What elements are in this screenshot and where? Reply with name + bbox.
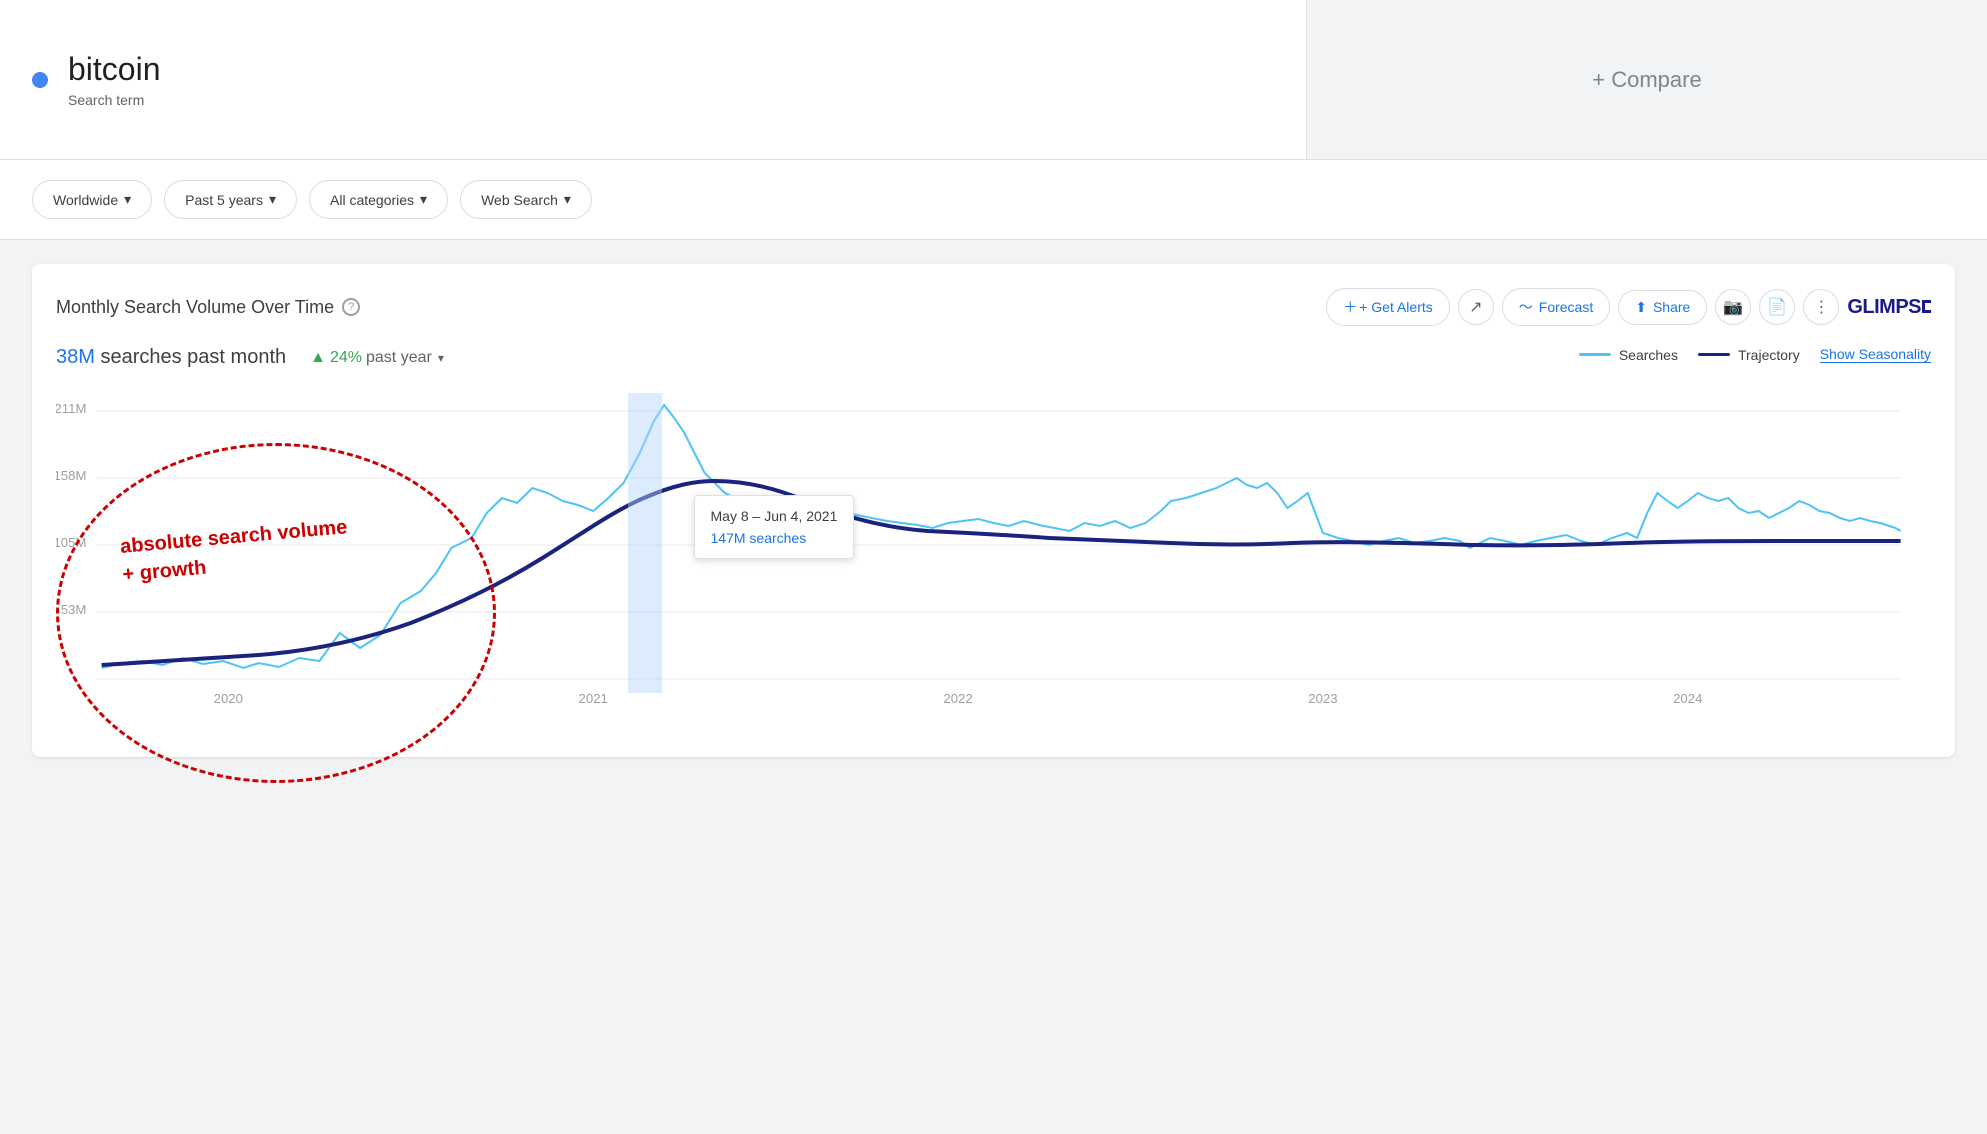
forecast-button[interactable]: 〜 Forecast [1502, 288, 1610, 326]
search-term-card: bitcoin Search term [0, 0, 1307, 159]
search-term-dot [32, 72, 48, 88]
up-arrow-icon: ▲ [310, 349, 326, 367]
more-options-icon[interactable]: ⋮ [1803, 289, 1839, 325]
svg-text:2024: 2024 [1673, 691, 1702, 706]
trajectory-line [102, 481, 1901, 665]
tooltip-highlight-column [628, 393, 662, 693]
trend-icon: 〜 [1519, 297, 1533, 317]
main-content: Monthly Search Volume Over Time ? ＋ + Ge… [0, 240, 1987, 781]
compare-button[interactable]: + Compare [1307, 0, 1987, 159]
search-term-type: Search term [68, 92, 161, 108]
compare-label: + Compare [1592, 67, 1701, 93]
searches-legend: Searches [1579, 347, 1678, 363]
searches-line-sample [1579, 353, 1611, 356]
glimpse-logo: GLIMPS [1847, 296, 1931, 319]
chevron-down-icon: ▾ [124, 191, 131, 208]
share-button[interactable]: ⬆ Share [1618, 290, 1707, 325]
chart-title-area: Monthly Search Volume Over Time ? [56, 297, 360, 318]
legend-row: Searches Trajectory Show Seasonality [1579, 346, 1931, 363]
svg-text:211M: 211M [56, 401, 86, 416]
info-icon[interactable]: ? [342, 298, 360, 316]
svg-text:2022: 2022 [943, 691, 972, 706]
camera-icon[interactable]: 📷 [1715, 289, 1751, 325]
search-term-name: bitcoin [68, 51, 161, 88]
location-filter[interactable]: Worldwide ▾ [32, 180, 152, 219]
growth-badge: ▲ 24% past year ▾ [310, 349, 444, 367]
document-icon[interactable]: 📄 [1759, 289, 1795, 325]
external-link-icon[interactable]: ↗ [1458, 289, 1494, 325]
search-type-filter[interactable]: Web Search ▾ [460, 180, 592, 219]
chevron-down-icon: ▾ [564, 191, 571, 208]
plus-icon: ＋ [1343, 297, 1357, 317]
category-filter[interactable]: All categories ▾ [309, 180, 448, 219]
growth-chevron-icon[interactable]: ▾ [438, 351, 444, 365]
svg-text:2020: 2020 [214, 691, 243, 706]
chart-title-text: Monthly Search Volume Over Time [56, 297, 334, 318]
svg-text:2021: 2021 [579, 691, 608, 706]
chart-area: absolute search volume + growth May 8 – … [56, 393, 1931, 733]
svg-text:53M: 53M [61, 602, 87, 617]
chart-svg: 211M 158M 105M 53M 2020 2021 2022 2023 2… [56, 393, 1931, 733]
svg-text:105M: 105M [56, 535, 86, 550]
chart-card: Monthly Search Volume Over Time ? ＋ + Ge… [32, 264, 1955, 757]
get-alerts-button[interactable]: ＋ + Get Alerts [1326, 288, 1450, 326]
svg-text:2023: 2023 [1308, 691, 1337, 706]
chart-actions: ＋ + Get Alerts ↗ 〜 Forecast ⬆ Share 📷 📄 … [1326, 288, 1931, 326]
chevron-down-icon: ▾ [269, 191, 276, 208]
stats-row: 38M searches past month ▲ 24% past year … [56, 346, 444, 369]
filter-bar: Worldwide ▾ Past 5 years ▾ All categorie… [0, 160, 1987, 240]
show-seasonality-button[interactable]: Show Seasonality [1820, 346, 1931, 363]
share-icon: ⬆ [1635, 299, 1647, 316]
svg-text:158M: 158M [56, 468, 86, 483]
trajectory-line-sample [1698, 353, 1730, 356]
time-range-filter[interactable]: Past 5 years ▾ [164, 180, 297, 219]
chevron-down-icon: ▾ [420, 191, 427, 208]
chart-header: Monthly Search Volume Over Time ? ＋ + Ge… [56, 288, 1931, 326]
trajectory-legend: Trajectory [1698, 347, 1800, 363]
searches-count: 38M searches past month [56, 346, 286, 369]
